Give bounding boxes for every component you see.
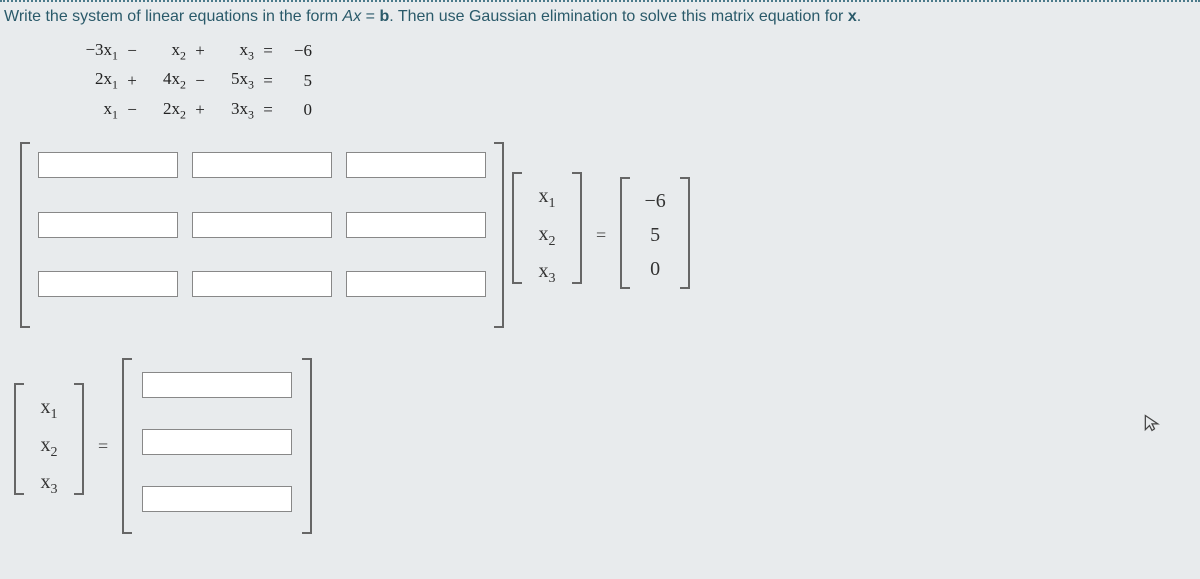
equation-row-3: x1 − 2x2 + 3x3 = 0 bbox=[70, 95, 1200, 124]
solution-x1-input[interactable] bbox=[142, 372, 292, 398]
b3-value: 0 bbox=[638, 255, 672, 283]
matrix-A-input-11[interactable] bbox=[38, 152, 178, 178]
bracket-left-icon bbox=[510, 172, 524, 284]
bracket-left-icon bbox=[120, 358, 134, 534]
equals-sign: = bbox=[98, 436, 108, 457]
vector-x-grid: x1 x2 x3 bbox=[524, 172, 570, 299]
solution-entry: x1 x2 x3 = bbox=[12, 358, 1200, 534]
equation-row-1: −3x1 − x2 + x3 = −6 bbox=[70, 36, 1200, 65]
vector-x-solution-inputs bbox=[120, 358, 314, 534]
matrix-A-input-22[interactable] bbox=[192, 212, 332, 238]
bracket-right-icon bbox=[678, 177, 692, 289]
matrix-A bbox=[18, 142, 506, 328]
cursor-icon bbox=[1142, 413, 1162, 439]
matrix-A-grid bbox=[32, 142, 492, 328]
var-b: b bbox=[379, 8, 389, 25]
matrix-A-input-23[interactable] bbox=[346, 212, 486, 238]
var-x: x bbox=[848, 8, 857, 25]
x2-label: x2 bbox=[530, 220, 564, 252]
matrix-A-input-21[interactable] bbox=[38, 212, 178, 238]
x3-label: x3 bbox=[32, 468, 66, 500]
solution-x3-input[interactable] bbox=[142, 486, 292, 512]
matrix-A-input-12[interactable] bbox=[192, 152, 332, 178]
vector-x-solution-lhs: x1 x2 x3 bbox=[12, 383, 86, 510]
bracket-left-icon bbox=[618, 177, 632, 289]
vector-x-lhs-grid: x1 x2 x3 bbox=[26, 383, 72, 510]
x1-label: x1 bbox=[530, 182, 564, 214]
instr-text-2: . Then use Gaussian elimination to solve… bbox=[389, 8, 848, 25]
matrix-A-input-13[interactable] bbox=[346, 152, 486, 178]
equation-row-2: 2x1 + 4x2 − 5x3 = 5 bbox=[70, 65, 1200, 94]
bracket-right-icon bbox=[300, 358, 314, 534]
b1-value: −6 bbox=[638, 187, 672, 215]
solution-grid bbox=[134, 358, 300, 534]
x1-label: x1 bbox=[32, 393, 66, 425]
x3-label: x3 bbox=[530, 257, 564, 289]
vector-b-grid: −6 5 0 bbox=[632, 177, 678, 293]
x2-label: x2 bbox=[32, 431, 66, 463]
matrix-equation-entry: x1 x2 x3 = −6 5 0 bbox=[18, 142, 1200, 328]
equals-sign: = bbox=[596, 225, 606, 246]
instr-dot: . bbox=[857, 8, 861, 25]
matrix-A-input-32[interactable] bbox=[192, 271, 332, 297]
bracket-right-icon bbox=[492, 142, 506, 328]
eq-sign-text: = bbox=[361, 8, 379, 25]
instr-text-1: Write the system of linear equations in … bbox=[4, 8, 343, 25]
bracket-left-icon bbox=[12, 383, 26, 495]
solution-x2-input[interactable] bbox=[142, 429, 292, 455]
matrix-A-input-33[interactable] bbox=[346, 271, 486, 297]
matrix-A-input-31[interactable] bbox=[38, 271, 178, 297]
b2-value: 5 bbox=[638, 221, 672, 249]
vector-b: −6 5 0 bbox=[618, 177, 692, 293]
problem-instruction: Write the system of linear equations in … bbox=[0, 2, 1200, 36]
bracket-right-icon bbox=[72, 383, 86, 495]
equation-system: −3x1 − x2 + x3 = −6 2x1 + 4x2 − 5x3 = 5 … bbox=[70, 36, 1200, 124]
var-A: Ax bbox=[343, 8, 362, 25]
bracket-left-icon bbox=[18, 142, 32, 328]
vector-x: x1 x2 x3 bbox=[510, 172, 584, 299]
bracket-right-icon bbox=[570, 172, 584, 284]
